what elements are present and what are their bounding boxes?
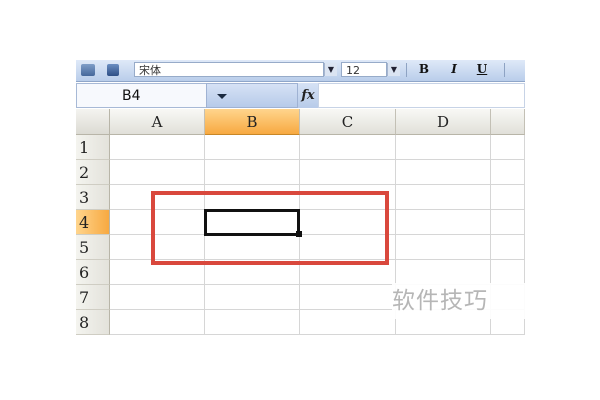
- cell-d3[interactable]: [396, 185, 491, 210]
- cell-c2[interactable]: [300, 160, 396, 185]
- row-header-8[interactable]: 8: [76, 310, 110, 335]
- cell-c8[interactable]: [300, 310, 396, 335]
- cell-b1[interactable]: [205, 135, 300, 160]
- column-header-a[interactable]: A: [110, 109, 205, 135]
- font-size-select[interactable]: 12: [341, 62, 387, 77]
- chevron-down-icon: [217, 94, 227, 99]
- insert-function-button[interactable]: fx: [298, 83, 318, 108]
- cell-c7[interactable]: [300, 285, 396, 310]
- column-header-b[interactable]: B: [205, 109, 300, 135]
- cell-partial-column[interactable]: [491, 210, 525, 235]
- cell-a2[interactable]: [110, 160, 205, 185]
- cell-a1[interactable]: [110, 135, 205, 160]
- formatting-toolbar: 宋体 ▼ 12 ▼ B I U: [76, 60, 525, 82]
- cell-partial-column[interactable]: [491, 235, 525, 260]
- size-dropdown-icon[interactable]: ▼: [387, 63, 400, 76]
- active-cell-border: [204, 209, 300, 236]
- row-header-2[interactable]: 2: [76, 160, 110, 185]
- select-all-corner[interactable]: [76, 109, 110, 135]
- row-header-6[interactable]: 6: [76, 260, 110, 285]
- row-header-4[interactable]: 4: [76, 210, 110, 235]
- cell-d5[interactable]: [396, 235, 491, 260]
- font-dropdown-icon[interactable]: ▼: [324, 63, 337, 76]
- cell-d2[interactable]: [396, 160, 491, 185]
- cell-b2[interactable]: [205, 160, 300, 185]
- cell-partial-column[interactable]: [491, 185, 525, 210]
- row-header-7[interactable]: 7: [76, 285, 110, 310]
- cell-c1[interactable]: [300, 135, 396, 160]
- row-header-1[interactable]: 1: [76, 135, 110, 160]
- toolbar-separator: [406, 63, 409, 77]
- cell-b7[interactable]: [205, 285, 300, 310]
- font-name-select[interactable]: 宋体: [134, 62, 324, 77]
- italic-button[interactable]: I: [446, 61, 462, 78]
- watermark: 软件技巧: [392, 283, 527, 319]
- cell-b8[interactable]: [205, 310, 300, 335]
- toolbar-menu-icon[interactable]: [107, 64, 119, 76]
- row-header-3[interactable]: 3: [76, 185, 110, 210]
- formula-bar: B4 fx: [76, 82, 525, 109]
- bold-button[interactable]: B: [416, 61, 432, 78]
- formula-input[interactable]: [318, 83, 525, 108]
- column-header-partial[interactable]: [491, 109, 525, 135]
- column-header-d[interactable]: D: [396, 109, 491, 135]
- row-header-5[interactable]: 5: [76, 235, 110, 260]
- cell-a8[interactable]: [110, 310, 205, 335]
- cell-partial-column[interactable]: [491, 260, 525, 285]
- app-icon: [81, 64, 95, 76]
- spreadsheet-window: 宋体 ▼ 12 ▼ B I U B4 fx ABCD12345678 软件技巧: [0, 0, 600, 400]
- cell-d6[interactable]: [396, 260, 491, 285]
- name-box-dropdown[interactable]: [206, 83, 298, 108]
- column-header-c[interactable]: C: [300, 109, 396, 135]
- cell-partial-column[interactable]: [491, 135, 525, 160]
- underline-button[interactable]: U: [474, 61, 490, 78]
- cell-d4[interactable]: [396, 210, 491, 235]
- fill-handle[interactable]: [296, 231, 302, 237]
- cell-a7[interactable]: [110, 285, 205, 310]
- toolbar-separator: [504, 63, 507, 77]
- cell-d1[interactable]: [396, 135, 491, 160]
- cell-partial-column[interactable]: [491, 160, 525, 185]
